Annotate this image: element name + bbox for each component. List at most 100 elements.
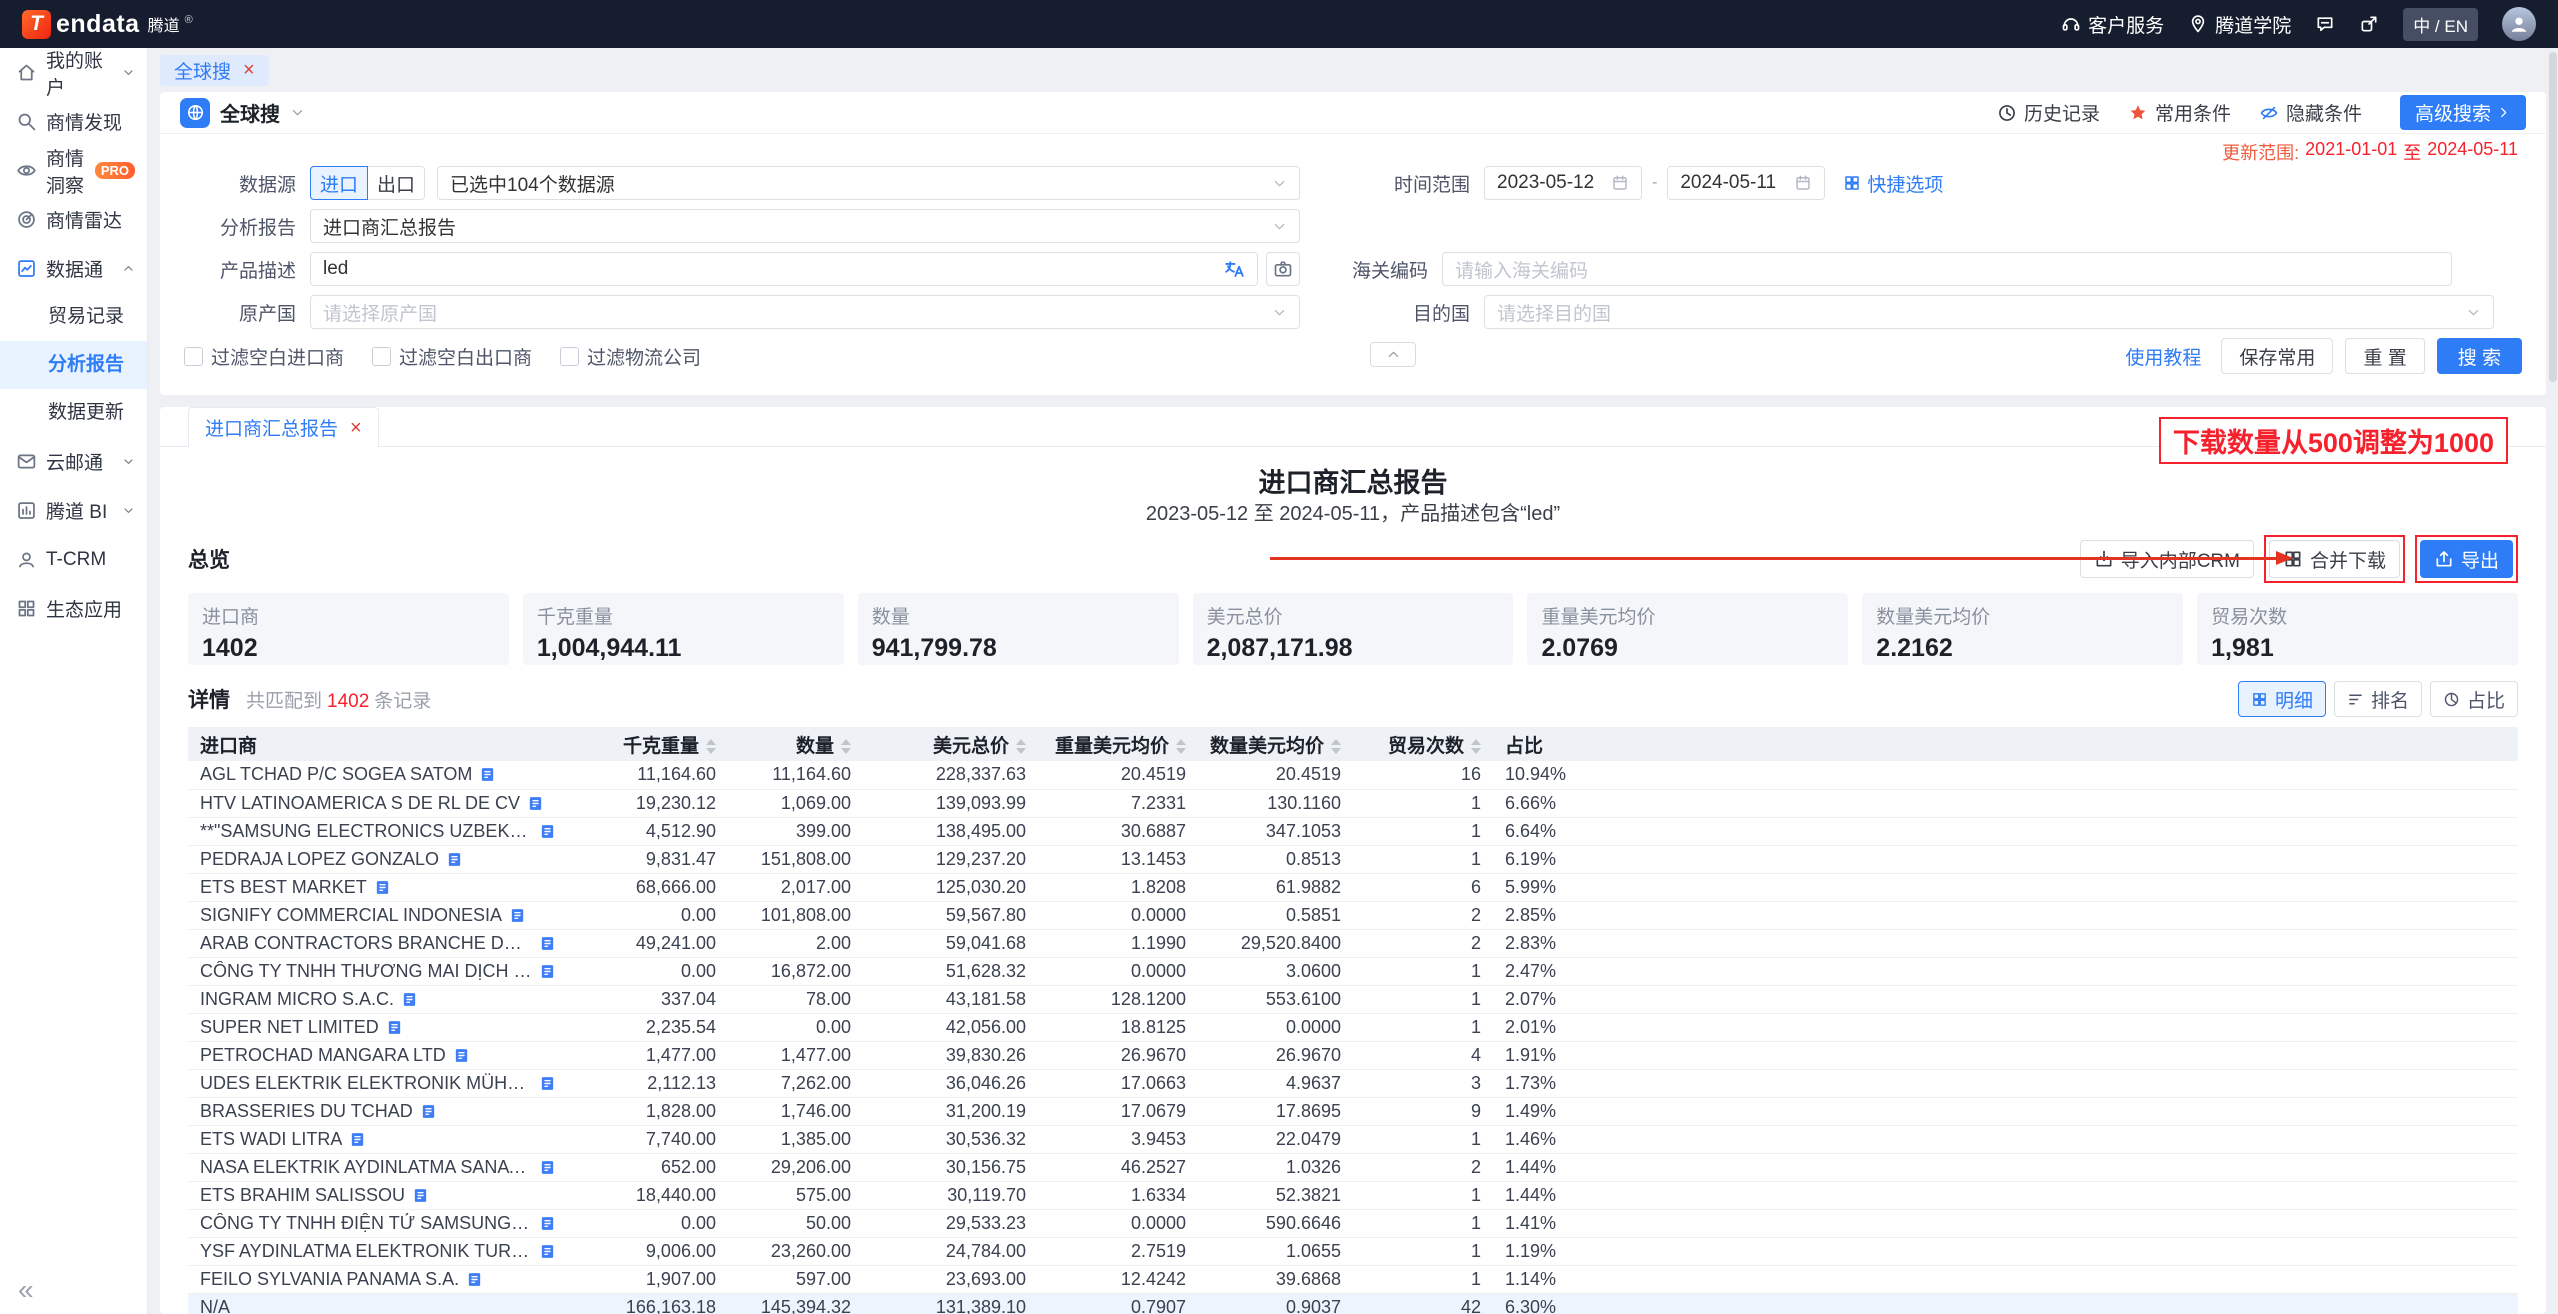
toolbar-button[interactable]: 隐藏条件 (2259, 99, 2362, 126)
toolbar-button[interactable]: 历史记录 (1997, 99, 2100, 126)
table-row[interactable]: SUPER NET LIMITED2,235.540.0042,056.0018… (188, 1013, 2518, 1041)
importer-name-cell[interactable]: SIGNIFY COMMERCIAL INDONESIA (188, 901, 568, 929)
sidebar-subitem[interactable]: 分析报告 (0, 341, 147, 389)
importer-name-cell[interactable]: PETROCHAD MANGARA LTD (188, 1041, 568, 1069)
column-header[interactable]: 千克重量 (568, 727, 728, 761)
importer-name-cell[interactable]: ETS BRAHIM SALISSOU (188, 1181, 568, 1209)
table-row[interactable]: FEILO SYLVANIA PANAMA S.A.1,907.00597.00… (188, 1265, 2518, 1293)
sidebar-item[interactable]: T-CRM (0, 535, 147, 584)
sidebar-item[interactable]: 云邮通 (0, 437, 147, 486)
importer-name-cell[interactable]: YSF AYDINLATMA ELEKTRONIK TURIZM SANAYI … (188, 1237, 568, 1265)
sort-icon[interactable] (706, 739, 716, 754)
sidebar-item[interactable]: 我的账户 (0, 48, 147, 97)
table-row[interactable]: ETS BEST MARKET68,666.002,017.00125,030.… (188, 873, 2518, 901)
product-desc-input[interactable]: led (310, 252, 1258, 286)
close-icon[interactable]: × (243, 60, 255, 80)
importer-name-cell[interactable]: SUPER NET LIMITED (188, 1013, 568, 1041)
date-from-input[interactable]: 2023-05-12 (1484, 166, 1642, 200)
date-to-input[interactable]: 2024-05-11 (1667, 166, 1825, 200)
scrollbar-thumb[interactable] (2549, 52, 2557, 382)
origin-country-select[interactable]: 请选择原产国 (310, 295, 1300, 329)
sidebar-item[interactable]: 数据通 (0, 244, 147, 293)
export-toggle[interactable]: 出口 (367, 166, 425, 200)
sidebar-subitem[interactable]: 贸易记录 (0, 293, 147, 341)
tendata-logo[interactable]: T endata 腾道 ® (22, 10, 193, 39)
table-row[interactable]: CÔNG TY TNHH THƯƠNG MAI DỊCH VỤ ĐIỆN MẠN… (188, 957, 2518, 985)
advanced-search-button[interactable]: 高级搜索 (2400, 95, 2526, 130)
view-toggle-rank[interactable]: 排名 (2334, 681, 2422, 717)
table-row[interactable]: YSF AYDINLATMA ELEKTRONIK TURIZM SANAYI … (188, 1237, 2518, 1265)
close-icon[interactable]: × (350, 418, 362, 438)
data-source-select[interactable]: 已选中104个数据源 (437, 166, 1300, 200)
toolbar-button[interactable]: 常用条件 (2128, 99, 2231, 126)
importer-name-cell[interactable]: CÔNG TY TNHH THƯƠNG MAI DỊCH VỤ ĐIỆN MẠN… (188, 957, 568, 985)
export-button[interactable]: 导出 (2420, 540, 2513, 578)
table-row[interactable]: NASA ELEKTRIK AYDINLATMA SANAYI VE TICAR… (188, 1153, 2518, 1181)
column-header[interactable]: 数量 (728, 727, 863, 761)
sidebar-item[interactable]: 商情雷达 (0, 195, 147, 244)
table-row[interactable]: N/A166,163.18145,394.32131,389.100.79070… (188, 1293, 2518, 1314)
filter-checkbox[interactable]: 过滤空白进口商 (184, 343, 344, 370)
sort-icon[interactable] (1471, 739, 1481, 754)
tutorial-link[interactable]: 使用教程 (2125, 343, 2201, 370)
sidebar-collapse-button[interactable]: « (18, 1274, 34, 1306)
sort-icon[interactable] (841, 739, 851, 754)
table-row[interactable]: AGL TCHAD P/C SOGEA SATOM11,164.6011,164… (188, 761, 2518, 789)
table-row[interactable]: ETS WADI LITRA7,740.001,385.0030,536.323… (188, 1125, 2518, 1153)
share-icon[interactable] (2359, 14, 2379, 34)
search-scope-dropdown[interactable]: 全球搜 (220, 98, 280, 127)
import-toggle[interactable]: 进口 (310, 166, 368, 200)
report-tab[interactable]: 进口商汇总报告 × (188, 407, 379, 447)
filter-checkbox[interactable]: 过滤空白出口商 (372, 343, 532, 370)
view-toggle-grid[interactable]: 明细 (2238, 681, 2326, 717)
topbar-link[interactable]: 客户服务 (2061, 11, 2164, 38)
column-header[interactable]: 贸易次数 (1353, 727, 1493, 761)
importer-name-cell[interactable]: INGRAM MICRO S.A.C. (188, 985, 568, 1013)
sort-icon[interactable] (1016, 739, 1026, 754)
importer-name-cell[interactable]: ETS WADI LITRA (188, 1125, 568, 1153)
table-row[interactable]: INGRAM MICRO S.A.C.337.0478.0043,181.581… (188, 985, 2518, 1013)
table-row[interactable]: PETROCHAD MANGARA LTD1,477.001,477.0039,… (188, 1041, 2518, 1069)
importer-name-cell[interactable]: CÔNG TY TNHH ĐIỆN TỬ SAMSUNG HCMC CE COM… (188, 1209, 568, 1237)
importer-name-cell[interactable]: N/A (188, 1293, 568, 1314)
avatar[interactable] (2502, 7, 2536, 41)
sidebar-item[interactable]: 生态应用 (0, 584, 147, 633)
importer-name-cell[interactable]: AGL TCHAD P/C SOGEA SATOM (188, 761, 568, 789)
importer-name-cell[interactable]: **"SAMSUNG ELECTRONICS UZBEKISTAN"** mas… (188, 817, 568, 845)
save-condition-button[interactable]: 保存常用 (2221, 338, 2333, 374)
hs-code-input[interactable]: 请输入海关编码 (1442, 252, 2452, 286)
dest-country-select[interactable]: 请选择目的国 (1484, 295, 2494, 329)
sort-icon[interactable] (1331, 739, 1341, 754)
workspace-tab-global-search[interactable]: 全球搜 × (160, 55, 269, 86)
importer-name-cell[interactable]: UDES ELEKTRIK ELEKTRONIK MÜHENDISLIK SAN… (188, 1069, 568, 1097)
table-row[interactable]: HTV LATINOAMERICA S DE RL DE CV19,230.12… (188, 789, 2518, 817)
importer-name-cell[interactable]: BRASSERIES DU TCHAD (188, 1097, 568, 1125)
page-scrollbar[interactable] (2549, 52, 2557, 1310)
column-header[interactable]: 重量美元均价 (1038, 727, 1198, 761)
table-row[interactable]: **"SAMSUNG ELECTRONICS UZBEKISTAN"** mas… (188, 817, 2518, 845)
table-row[interactable]: UDES ELEKTRIK ELEKTRONIK MÜHENDISLIK SAN… (188, 1069, 2518, 1097)
search-button[interactable]: 搜 索 (2437, 338, 2522, 374)
importer-name-cell[interactable]: NASA ELEKTRIK AYDINLATMA SANAYI VE TICAR… (188, 1153, 568, 1181)
language-toggle[interactable]: 中 / EN (2403, 8, 2478, 41)
importer-name-cell[interactable]: ETS BEST MARKET (188, 873, 568, 901)
importer-name-cell[interactable]: FEILO SYLVANIA PANAMA S.A. (188, 1265, 568, 1293)
table-row[interactable]: ARAB CONTRACTORS BRANCHE DU TCHAD49,241.… (188, 929, 2518, 957)
collapse-form-button[interactable] (1370, 342, 1416, 367)
sidebar-item[interactable]: 商情洞察PRO (0, 146, 147, 195)
column-header[interactable]: 数量美元均价 (1198, 727, 1353, 761)
chevron-down-icon[interactable] (290, 105, 305, 120)
message-icon[interactable] (2315, 14, 2335, 34)
filter-checkbox[interactable]: 过滤物流公司 (560, 343, 701, 370)
report-type-select[interactable]: 进口商汇总报告 (310, 209, 1300, 243)
table-row[interactable]: SIGNIFY COMMERCIAL INDONESIA0.00101,808.… (188, 901, 2518, 929)
importer-name-cell[interactable]: ARAB CONTRACTORS BRANCHE DU TCHAD (188, 929, 568, 957)
sidebar-subitem[interactable]: 数据更新 (0, 389, 147, 437)
importer-name-cell[interactable]: HTV LATINOAMERICA S DE RL DE CV (188, 789, 568, 817)
sort-icon[interactable] (1176, 739, 1186, 754)
column-header[interactable]: 美元总价 (863, 727, 1038, 761)
sidebar-item[interactable]: 商情发现 (0, 97, 147, 146)
importer-name-cell[interactable]: PEDRAJA LOPEZ GONZALO (188, 845, 568, 873)
table-row[interactable]: ETS BRAHIM SALISSOU18,440.00575.0030,119… (188, 1181, 2518, 1209)
quick-options-link[interactable]: 快捷选项 (1843, 170, 1943, 197)
